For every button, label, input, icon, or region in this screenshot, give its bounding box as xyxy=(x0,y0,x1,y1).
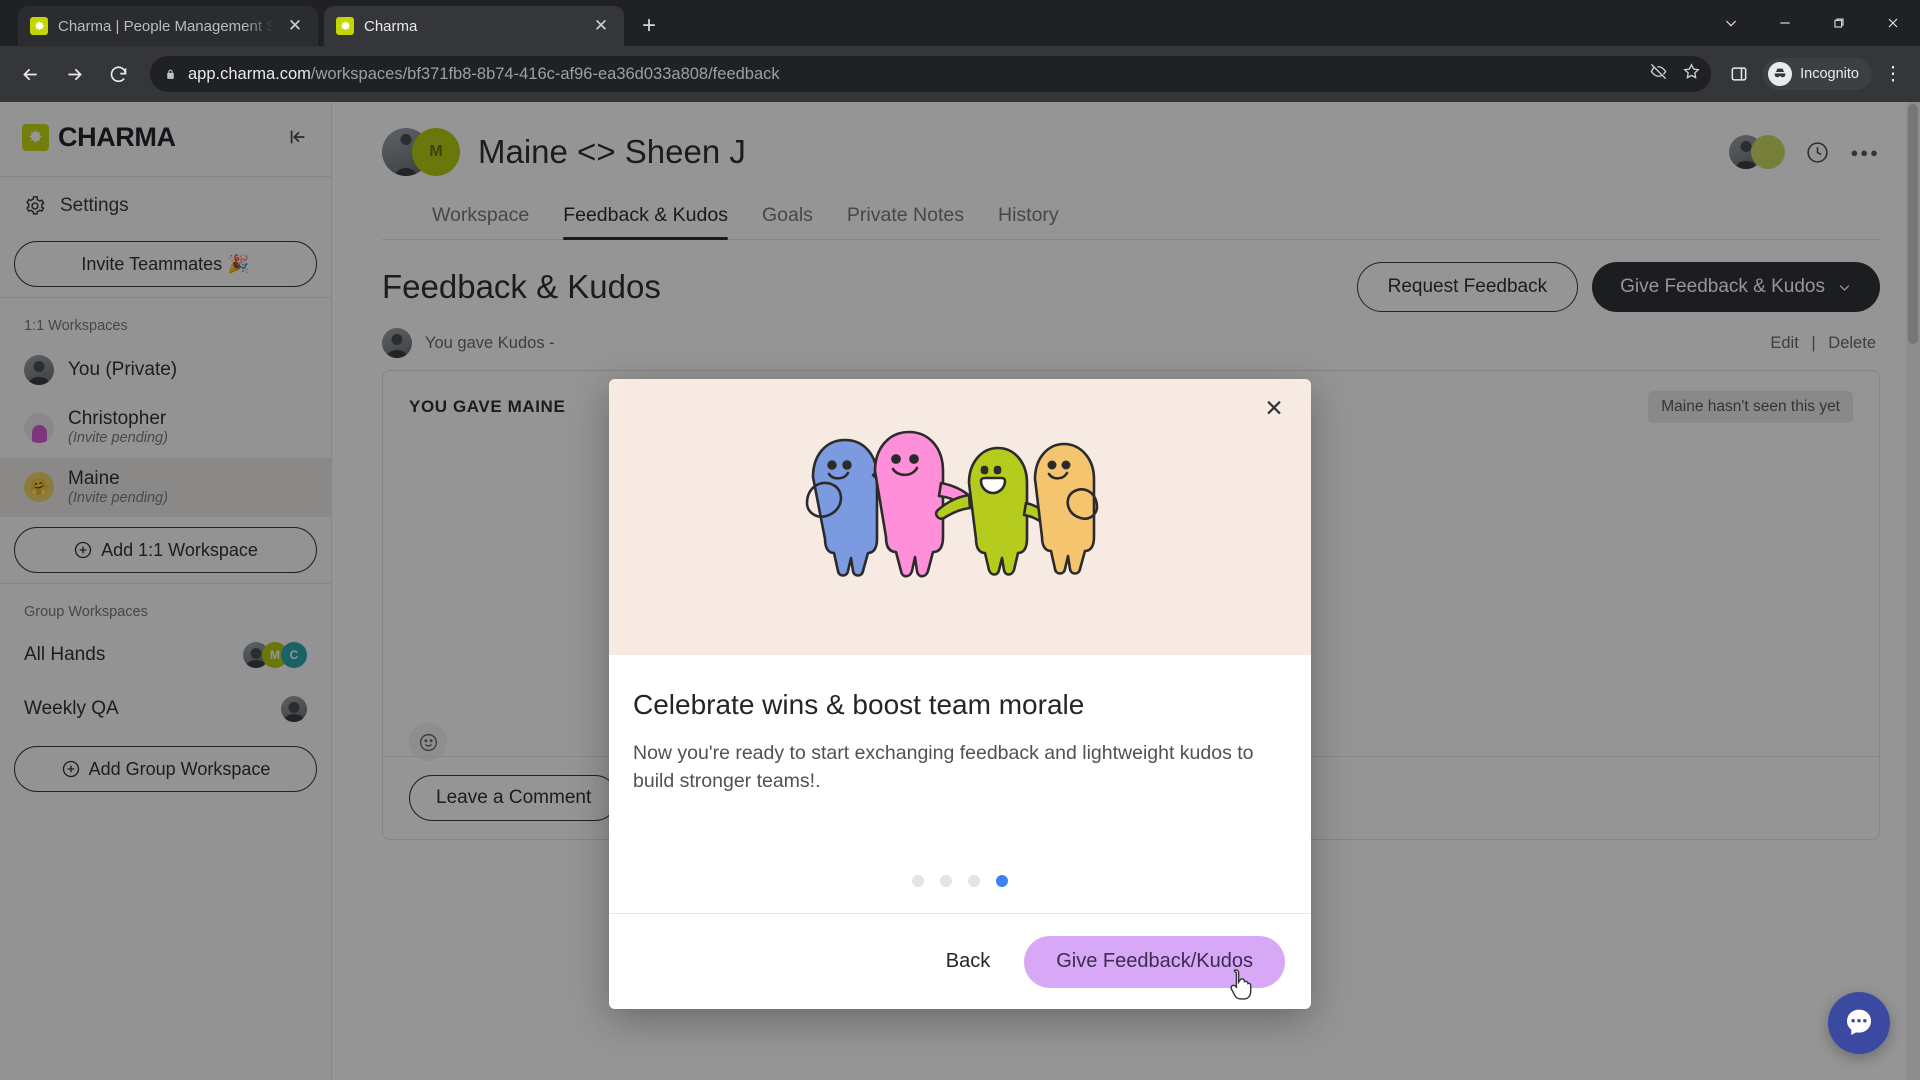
tab-title: Charma xyxy=(364,17,418,35)
give-feedback-kudos-primary-button[interactable]: Give Feedback/Kudos xyxy=(1024,935,1285,988)
tab-title: Charma | People Management S xyxy=(58,17,274,35)
incognito-indicator[interactable]: Incognito xyxy=(1763,58,1872,90)
incognito-icon xyxy=(1768,62,1793,86)
new-tab-button[interactable]: + xyxy=(632,9,666,43)
tab-strip: Charma | People Management S ✕ Charma ✕ … xyxy=(0,0,1920,46)
close-icon[interactable]: ✕ xyxy=(284,15,306,37)
url-host: app.charma.com xyxy=(188,64,311,83)
reload-button[interactable] xyxy=(98,54,138,94)
close-window-icon[interactable] xyxy=(1866,0,1920,46)
address-bar[interactable]: app.charma.com/workspaces/bf371fb8-8b74-… xyxy=(150,56,1712,92)
browser-window: Charma | People Management S ✕ Charma ✕ … xyxy=(0,0,1920,1080)
modal-description: Now you're ready to start exchanging fee… xyxy=(633,742,1254,793)
close-icon[interactable]: ✕ xyxy=(1259,393,1289,423)
bookmark-star-icon[interactable] xyxy=(1682,62,1701,86)
back-button[interactable]: Back xyxy=(924,938,1012,985)
back-button[interactable] xyxy=(10,54,50,94)
charma-icon xyxy=(336,17,354,35)
hide-tracking-icon[interactable] xyxy=(1649,62,1668,86)
minimize-icon[interactable] xyxy=(1758,0,1812,46)
omnibox-actions xyxy=(1649,62,1701,86)
browser-tab-2[interactable]: Charma ✕ xyxy=(324,6,624,46)
modal-heading: Celebrate wins & boost team morale xyxy=(633,689,1085,720)
intercom-chat-icon xyxy=(1847,1009,1871,1035)
chrome-menu-icon[interactable]: ⋮ xyxy=(1876,54,1910,94)
browser-tab-1[interactable]: Charma | People Management S ✕ xyxy=(18,6,318,46)
carousel-dot[interactable] xyxy=(940,875,952,887)
modal-body: Celebrate wins & boost team morale Now y… xyxy=(609,655,1311,875)
modal-illustration-area: ✕ xyxy=(609,379,1311,655)
url-text: app.charma.com/workspaces/bf371fb8-8b74-… xyxy=(188,65,780,84)
carousel-dots xyxy=(609,875,1311,913)
window-controls xyxy=(1704,0,1920,46)
chevron-down-icon[interactable] xyxy=(1704,0,1758,46)
four-blob-characters-illustration xyxy=(805,430,1099,578)
modal-footer: Back Give Feedback/Kudos xyxy=(609,913,1311,1009)
forward-button[interactable] xyxy=(54,54,94,94)
side-panel-icon[interactable] xyxy=(1723,58,1755,90)
carousel-dot-active[interactable] xyxy=(996,875,1008,887)
maximize-icon[interactable] xyxy=(1812,0,1866,46)
url-path: /workspaces/bf371fb8-8b74-416c-af96-ea36… xyxy=(310,64,780,83)
page-viewport: CHARMA Settings Invite Teammates 🎉 1:1 W… xyxy=(0,102,1920,1080)
incognito-label: Incognito xyxy=(1800,66,1859,82)
lock-icon xyxy=(162,66,178,82)
carousel-dot[interactable] xyxy=(968,875,980,887)
browser-toolbar: app.charma.com/workspaces/bf371fb8-8b74-… xyxy=(0,46,1920,102)
close-icon[interactable]: ✕ xyxy=(590,15,612,37)
intercom-chat-button[interactable] xyxy=(1828,992,1890,1054)
carousel-dot[interactable] xyxy=(912,875,924,887)
onboarding-modal: ✕ Celebrate wins & boost team morale Now… xyxy=(609,379,1311,1009)
charma-icon xyxy=(30,17,48,35)
